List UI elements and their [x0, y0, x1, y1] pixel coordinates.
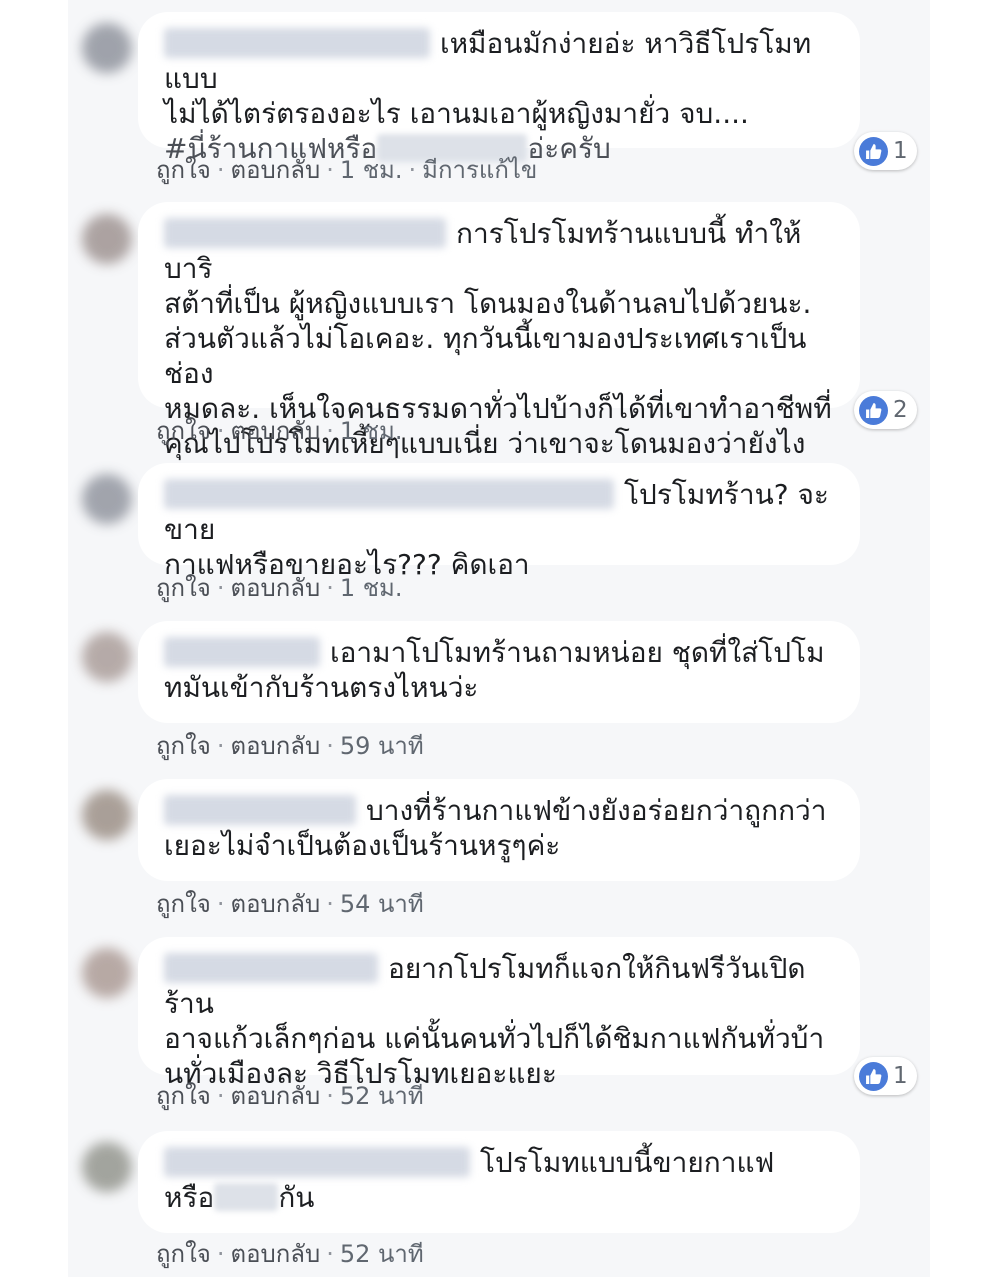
avatar[interactable]: [82, 214, 132, 264]
avatar[interactable]: [82, 790, 132, 840]
timestamp[interactable]: 54 นาที: [340, 890, 424, 918]
comment-actions: ถูกใจ · ตอบกลับ · 1 ชม.: [156, 411, 402, 450]
like-link[interactable]: ถูกใจ: [156, 417, 211, 445]
comment-bubble: เอามาโปโมทร้านถามหน่อย ชุดที่ใส่โปโม ทมั…: [138, 621, 860, 723]
avatar[interactable]: [82, 1142, 132, 1192]
like-link[interactable]: ถูกใจ: [156, 156, 211, 184]
commenter-name[interactable]: [164, 637, 320, 667]
reply-link[interactable]: ตอบกลับ: [230, 574, 320, 602]
like-thumb-icon: [859, 1061, 888, 1091]
separator: ·: [408, 156, 417, 184]
comment-text: สต้าที่เป็น ผู้หญิงแบบเรา โดนมองในด้านลบ…: [164, 287, 812, 320]
timestamp[interactable]: 52 นาที: [340, 1082, 424, 1110]
timestamp[interactable]: 1 ชม.: [340, 417, 403, 445]
separator: ·: [326, 732, 334, 760]
commenter-name[interactable]: [164, 28, 430, 58]
comment-text: โปรโมทแบบนี้ขายกาแฟ: [480, 1146, 775, 1179]
comment-bubble: เหมือนมักง่ายอ่ะ หาวิธีโปรโมทแบบ ไม่ได้ไ…: [138, 12, 860, 165]
reply-link[interactable]: ตอบกลับ: [230, 1082, 320, 1110]
commenter-name[interactable]: [164, 218, 446, 248]
separator: ·: [326, 1082, 334, 1110]
reply-link[interactable]: ตอบกลับ: [230, 417, 320, 445]
separator: ·: [216, 156, 225, 184]
commenter-name[interactable]: [164, 795, 356, 825]
separator: ·: [216, 1082, 225, 1110]
timestamp[interactable]: 59 นาที: [340, 732, 424, 760]
comment-text: หรือ: [164, 1181, 215, 1214]
separator: ·: [326, 156, 334, 184]
avatar[interactable]: [82, 474, 132, 524]
reaction-number: 1: [893, 138, 908, 164]
comment-bubble: โปรโมทร้าน? จะขาย กาแฟหรือขายอะไร??? คิด…: [138, 463, 860, 581]
like-link[interactable]: ถูกใจ: [156, 890, 211, 918]
comment-actions: ถูกใจ · ตอบกลับ · 52 นาที: [156, 1076, 424, 1115]
separator: ·: [216, 890, 225, 918]
separator: ·: [216, 417, 225, 445]
comment-text: กัน: [278, 1181, 315, 1214]
redacted-text: [214, 1183, 279, 1211]
reaction-number: 2: [893, 397, 908, 423]
hashtag-link[interactable]: อ่ะครับ: [527, 132, 610, 165]
timestamp[interactable]: 1 ชม.: [340, 156, 403, 184]
reply-link[interactable]: ตอบกลับ: [230, 732, 320, 760]
comment-bubble: โปรโมทแบบนี้ขายกาแฟ หรือ กัน: [138, 1131, 860, 1233]
reaction-count[interactable]: 1: [854, 1057, 917, 1095]
reply-link[interactable]: ตอบกลับ: [230, 890, 320, 918]
edited-label[interactable]: มีการแก้ไข: [422, 156, 537, 184]
timestamp[interactable]: 52 นาที: [340, 1240, 424, 1268]
comment-actions: ถูกใจ · ตอบกลับ · 59 นาที: [156, 726, 424, 765]
like-link[interactable]: ถูกใจ: [156, 574, 211, 602]
reply-link[interactable]: ตอบกลับ: [230, 1240, 320, 1268]
like-thumb-icon: [859, 395, 888, 425]
separator: ·: [216, 732, 225, 760]
separator: ·: [326, 417, 334, 445]
separator: ·: [216, 574, 225, 602]
avatar[interactable]: [82, 23, 132, 73]
avatar[interactable]: [82, 632, 132, 682]
separator: ·: [326, 1240, 334, 1268]
avatar[interactable]: [82, 948, 132, 998]
comment-actions: ถูกใจ · ตอบกลับ · 1 ชม. · มีการแก้ไข: [156, 150, 537, 189]
comment-actions: ถูกใจ · ตอบกลับ · 54 นาที: [156, 884, 424, 923]
like-link[interactable]: ถูกใจ: [156, 1082, 211, 1110]
reply-link[interactable]: ตอบกลับ: [230, 156, 320, 184]
reaction-count[interactable]: 2: [854, 391, 917, 429]
timestamp[interactable]: 1 ชม.: [340, 574, 403, 602]
reaction-number: 1: [893, 1063, 908, 1089]
like-link[interactable]: ถูกใจ: [156, 1240, 211, 1268]
comment-text: บางที่ร้านกาแฟข้างยังอร่อยกว่าถูกกว่า: [366, 794, 827, 827]
comment-text: อาจแก้วเล็กๆก่อน แค่นั้นคนทั่วไปก็ได้ชิม…: [164, 1022, 825, 1055]
separator: ·: [326, 574, 334, 602]
like-thumb-icon: [859, 136, 888, 166]
comment-bubble: การโปรโมทร้านแบบนี้ ทำให้ บาริ สต้าที่เป…: [138, 202, 860, 460]
commenter-name[interactable]: [164, 1147, 470, 1177]
comment-bubble: บางที่ร้านกาแฟข้างยังอร่อยกว่าถูกกว่า เย…: [138, 779, 860, 881]
commenter-name[interactable]: [164, 479, 614, 509]
like-link[interactable]: ถูกใจ: [156, 732, 211, 760]
comment-actions: ถูกใจ · ตอบกลับ · 1 ชม.: [156, 568, 402, 607]
comment-text: เอามาโปโมทร้านถามหน่อย ชุดที่ใส่โปโม: [330, 636, 825, 669]
comment-text: ทมันเข้ากับร้านตรงไหนว่ะ: [164, 671, 479, 704]
separator: ·: [216, 1240, 225, 1268]
separator: ·: [326, 890, 334, 918]
comment-actions: ถูกใจ · ตอบกลับ · 52 นาที: [156, 1234, 424, 1273]
commenter-name[interactable]: [164, 953, 378, 983]
comment-text: เยอะไม่จำเป็นต้องเป็นร้านหรูๆค่ะ: [164, 829, 561, 862]
comment-bubble: อยากโปรโมทก็แจกให้กินฟรีวันเปิดร้าน อาจแ…: [138, 937, 860, 1090]
comment-text: ไม่ได้ไตร่ตรองอะไร เอานมเอาผู้หญิงมายั่ว…: [164, 97, 749, 130]
reaction-count[interactable]: 1: [854, 132, 917, 170]
comment-text: ส่วนตัวแล้วไม่โอเคอะ. ทุกวันนี้เขามองประ…: [164, 322, 807, 390]
